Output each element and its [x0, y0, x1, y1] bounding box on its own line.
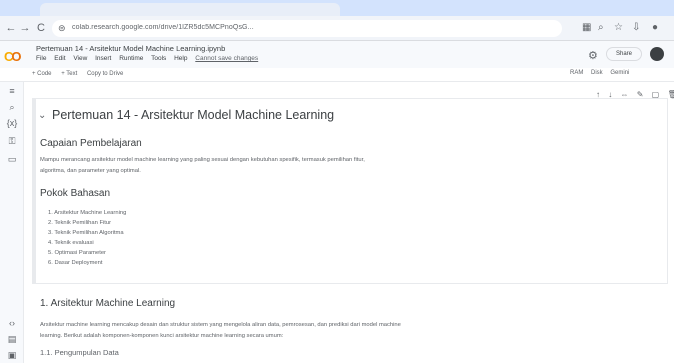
colab-header: CO Pertemuan 14 - Arsitektur Model Machi… — [0, 41, 674, 68]
url-text: colab.research.google.com/drive/1lZR5dc5… — [72, 24, 254, 31]
address-bar[interactable]: ⊜ colab.research.google.com/drive/1lZR5d… — [52, 20, 562, 37]
share-button[interactable]: Share — [606, 47, 642, 61]
search-icon[interactable]: ⌕ — [598, 22, 604, 33]
download-icon[interactable]: ⇩ — [632, 22, 640, 33]
runtime-status[interactable]: RAM Disk Gemini — [570, 70, 635, 76]
delete-icon[interactable]: 🗑 — [667, 90, 674, 99]
text-cell-selected[interactable] — [32, 98, 668, 284]
toc-icon[interactable]: ≡ — [6, 86, 18, 96]
browser-tabstrip — [0, 0, 674, 16]
left-sidebar: ≡ ⌕ {x} ⚿ ▭ ‹› ▤ ▣ — [0, 82, 24, 363]
list-item: 5. Optimasi Parameter — [48, 250, 106, 256]
menu-tools[interactable]: Tools — [151, 55, 166, 62]
reload-icon[interactable]: C — [34, 22, 48, 34]
site-info-icon[interactable]: ⊜ — [58, 23, 66, 34]
section-heading-capaian: Capaian Pembelajaran — [40, 138, 142, 149]
gemini-button[interactable]: Gemini — [610, 70, 629, 76]
list-item: 3. Teknik Pemilihan Algoritma — [48, 230, 124, 236]
collapse-chevron-icon[interactable]: ⌄ — [38, 110, 46, 121]
terminal-icon[interactable]: ▣ — [6, 350, 18, 361]
key-icon[interactable]: ⚿ — [6, 136, 18, 147]
notebook-title[interactable]: Pertemuan 14 - Arsitektur Model Machine … — [36, 44, 225, 53]
menu-bar: File Edit View Insert Runtime Tools Help… — [36, 55, 264, 62]
ram-label: RAM — [570, 70, 584, 76]
main-heading: Pertemuan 14 - Arsitektur Model Machine … — [52, 108, 335, 122]
list-item: 1. Arsitektur Machine Learning — [48, 210, 127, 216]
colab-logo[interactable]: CO — [4, 49, 22, 64]
add-code-button[interactable]: + Code — [32, 71, 52, 77]
menu-file[interactable]: File — [36, 55, 46, 62]
profile-icon[interactable]: ● — [652, 22, 658, 33]
extension-icon[interactable]: ▦ — [582, 22, 591, 33]
section-heading-pokok: Pokok Bahasan — [40, 188, 111, 199]
avatar[interactable] — [650, 47, 664, 61]
files-icon[interactable]: ▭ — [6, 154, 18, 165]
menu-edit[interactable]: Edit — [54, 55, 65, 62]
code-snippets-icon[interactable]: ‹› — [6, 318, 18, 328]
menu-help[interactable]: Help — [174, 55, 187, 62]
section-text: Arsitektur machine learning mencakup des… — [40, 322, 401, 328]
command-palette-icon[interactable]: ▤ — [6, 334, 18, 345]
list-item: 4. Teknik evaluasi — [48, 240, 94, 246]
variables-icon[interactable]: {x} — [6, 118, 18, 128]
list-item: 6. Dasar Deployment — [48, 260, 103, 266]
section-heading-arsitektur: 1. Arsitektur Machine Learning — [40, 298, 176, 309]
topic-list: 1. Arsitektur Machine Learning 2. Teknik… — [48, 208, 126, 268]
forward-icon[interactable]: → — [18, 22, 32, 34]
add-text-button[interactable]: + Text — [61, 71, 77, 77]
menu-view[interactable]: View — [73, 55, 87, 62]
cell-focus-bar — [33, 99, 36, 283]
back-icon[interactable]: ← — [4, 22, 18, 34]
section-text: algoritma, dan parameter yang optimal. — [40, 168, 141, 174]
notebook-toolbar: + Code + Text Copy to Drive RAM Disk Gem… — [0, 68, 674, 82]
copy-to-drive-button[interactable]: Copy to Drive — [87, 71, 123, 77]
disk-label: Disk — [591, 70, 603, 76]
browser-tab[interactable] — [40, 3, 340, 16]
section-text: Mampu merancang arsitektur model machine… — [40, 157, 365, 163]
save-status[interactable]: Cannot save changes — [195, 55, 258, 62]
browser-navbar: ← → C ⊜ colab.research.google.com/drive/… — [0, 16, 674, 41]
search-icon[interactable]: ⌕ — [6, 102, 18, 113]
settings-gear-icon[interactable]: ⚙ — [588, 49, 598, 62]
list-item: 2. Teknik Pemilihan Fitur — [48, 220, 112, 226]
menu-insert[interactable]: Insert — [95, 55, 111, 62]
subsection-heading: 1.1. Pengumpulan Data — [40, 348, 119, 357]
section-text: learning. Berikut adalah komponen-kompon… — [40, 333, 284, 339]
bookmark-icon[interactable]: ☆ — [614, 22, 623, 33]
menu-runtime[interactable]: Runtime — [119, 55, 143, 62]
